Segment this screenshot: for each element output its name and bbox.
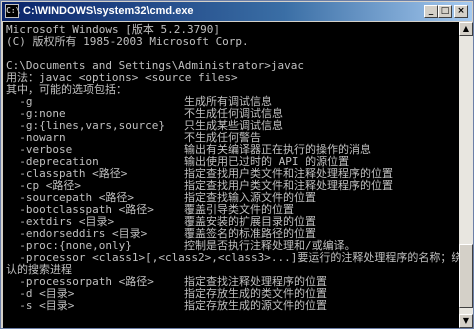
close-button[interactable]: ×	[454, 5, 468, 18]
console-output[interactable]: Microsoft Windows [版本 5.2.3790] (C) 版权所有 …	[3, 22, 459, 328]
title-bar[interactable]: C:\ C:\WINDOWS\system32\cmd.exe _ □ ×	[2, 2, 472, 21]
option-description: 指定存放生成的源文件的位置	[184, 299, 327, 312]
cmd-icon[interactable]: C:\	[5, 4, 20, 18]
console-line: (C) 版权所有 1985-2003 Microsoft Corp.	[6, 35, 249, 48]
console-window: C:\ C:\WINDOWS\system32\cmd.exe _ □ × Mi…	[0, 0, 474, 329]
option-row: -s <目录> 指定存放生成的源文件的位置	[6, 300, 456, 312]
scroll-thumb[interactable]	[459, 244, 473, 308]
console-line: -processor <class1>[,<class2>,<class3>..…	[6, 251, 459, 264]
scroll-up-icon[interactable]: ▲	[459, 22, 473, 36]
minimize-button[interactable]: _	[424, 5, 438, 18]
window-title: C:\WINDOWS\system32\cmd.exe	[23, 5, 194, 17]
vertical-scrollbar[interactable]: ▲ ▼	[459, 22, 473, 328]
option-flag: -s <目录>	[6, 299, 75, 312]
scroll-down-icon[interactable]: ▼	[459, 314, 473, 328]
maximize-button[interactable]: □	[438, 5, 452, 18]
